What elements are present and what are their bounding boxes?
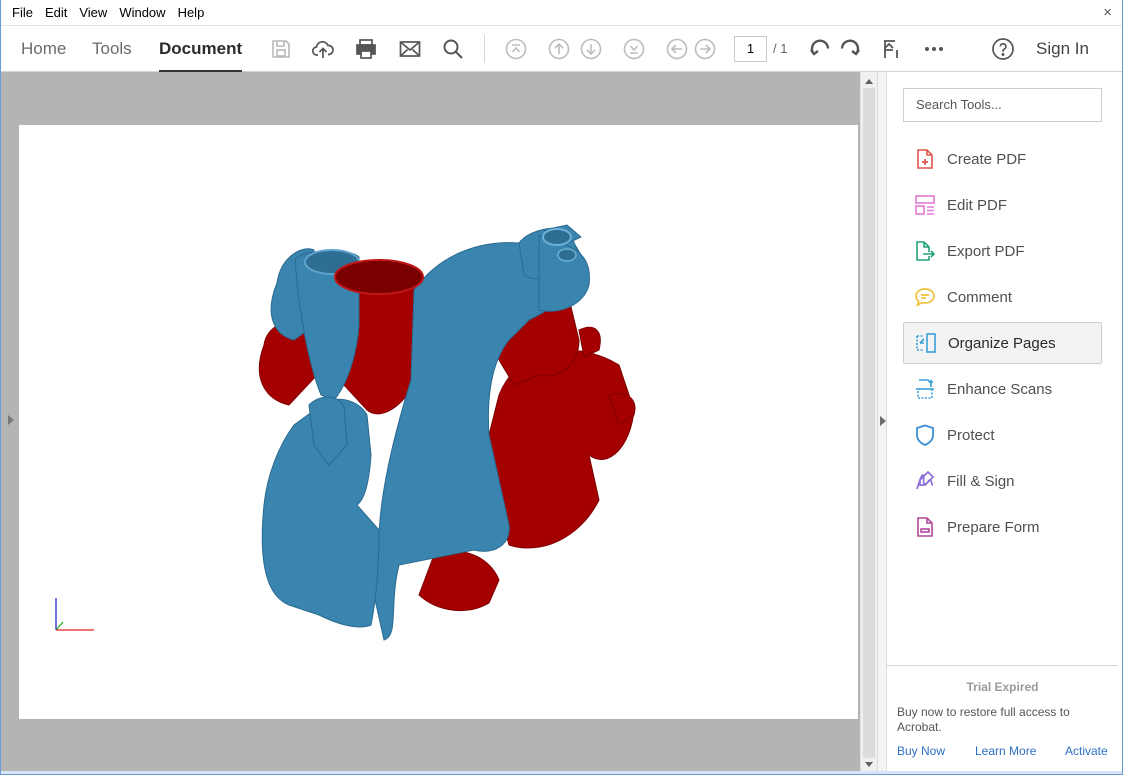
close-document-icon[interactable]: × (1103, 4, 1112, 21)
page-number-input[interactable]: 1 (734, 36, 767, 62)
menu-help[interactable]: Help (172, 0, 211, 26)
tool-label: Protect (947, 426, 995, 444)
menu-edit[interactable]: Edit (39, 0, 73, 26)
print-icon[interactable] (354, 37, 378, 61)
upload-cloud-icon[interactable] (311, 37, 335, 61)
page-total: / 1 (773, 41, 788, 56)
acrobat-window: File Edit View Window Help × Home Tools … (0, 0, 1123, 775)
trial-title: Trial Expired (966, 680, 1039, 694)
search-icon[interactable] (441, 37, 465, 61)
axis-triad (55, 598, 94, 631)
tool-label: Fill & Sign (947, 472, 1015, 490)
organize-pages-icon (914, 331, 938, 355)
toolbar-separator (484, 35, 485, 63)
rotate-clockwise-icon[interactable] (837, 37, 861, 61)
tool-create-pdf[interactable]: Create PDF (903, 138, 1102, 180)
pdf-page[interactable] (19, 125, 858, 719)
vertical-scrollbar[interactable] (860, 72, 877, 774)
tool-fill-sign[interactable]: Fill & Sign (903, 460, 1102, 502)
trial-message: Buy now to restore full access to Acroba… (897, 705, 1070, 734)
menu-bar: File Edit View Window Help × (1, 0, 1122, 26)
menu-file[interactable]: File (1, 0, 39, 26)
search-tools-input[interactable]: Search Tools... (903, 88, 1102, 122)
scrollbar-thumb[interactable] (863, 88, 875, 758)
pane-divider[interactable] (877, 72, 887, 774)
prepare-form-icon (913, 515, 937, 539)
tools-pane: Search Tools... Create PDF Edit PDF Expo… (887, 72, 1118, 774)
last-page-icon[interactable] (622, 37, 646, 61)
tool-label: Comment (947, 288, 1013, 306)
tool-prepare-form[interactable]: Prepare Form (903, 506, 1102, 548)
scroll-down-icon[interactable] (865, 762, 873, 767)
comment-icon (913, 285, 937, 309)
export-pdf-icon (913, 239, 937, 263)
create-pdf-icon (913, 147, 937, 171)
enhance-scans-icon (913, 377, 937, 401)
learn-more-link[interactable]: Learn More (975, 744, 1036, 758)
more-icon[interactable] (922, 37, 946, 61)
document-viewport[interactable] (1, 72, 860, 774)
activate-link[interactable]: Activate (1065, 744, 1108, 758)
window-bottom-border (1, 771, 1122, 774)
left-pane-toggle[interactable] (1, 72, 19, 772)
help-icon[interactable] (991, 37, 1015, 61)
buy-now-link[interactable]: Buy Now (897, 744, 945, 758)
tool-label: Export PDF (947, 242, 1025, 260)
back-icon[interactable] (665, 37, 689, 61)
first-page-icon[interactable] (504, 37, 528, 61)
protect-icon (913, 423, 937, 447)
tab-document[interactable]: Document (159, 26, 243, 72)
collapse-pane-icon[interactable] (880, 416, 886, 426)
previous-page-icon[interactable] (547, 37, 571, 61)
main-toolbar: Home Tools Document 1 / 1 Sign In (1, 26, 1122, 72)
menu-view[interactable]: View (73, 0, 113, 26)
read-mode-icon[interactable] (879, 37, 903, 61)
tool-edit-pdf[interactable]: Edit PDF (903, 184, 1102, 226)
expand-arrow-icon[interactable] (8, 415, 14, 425)
tool-export-pdf[interactable]: Export PDF (903, 230, 1102, 272)
rotate-counterclockwise-icon[interactable] (809, 37, 833, 61)
tool-comment[interactable]: Comment (903, 276, 1102, 318)
tool-enhance-scans[interactable]: Enhance Scans (903, 368, 1102, 410)
tool-label: Prepare Form (947, 518, 1040, 536)
scroll-up-icon[interactable] (865, 79, 873, 84)
sign-in-button[interactable]: Sign In (1036, 26, 1089, 72)
save-icon[interactable] (269, 37, 293, 61)
tool-label: Create PDF (947, 150, 1027, 168)
tool-protect[interactable]: Protect (903, 414, 1102, 456)
menu-window[interactable]: Window (113, 0, 171, 26)
fill-sign-icon (913, 469, 937, 493)
edit-pdf-icon (913, 193, 937, 217)
forward-icon[interactable] (693, 37, 717, 61)
tool-organize-pages[interactable]: Organize Pages (903, 322, 1102, 364)
trial-expired-panel: Trial Expired Buy now to restore full ac… (887, 665, 1118, 774)
tab-tools[interactable]: Tools (92, 26, 132, 72)
heart-3d-model[interactable] (19, 125, 858, 719)
tool-label: Organize Pages (948, 334, 1056, 352)
tool-label: Enhance Scans (947, 380, 1053, 398)
next-page-icon[interactable] (579, 37, 603, 61)
tab-home[interactable]: Home (21, 26, 66, 72)
tool-label: Edit PDF (947, 196, 1008, 214)
email-icon[interactable] (398, 37, 422, 61)
